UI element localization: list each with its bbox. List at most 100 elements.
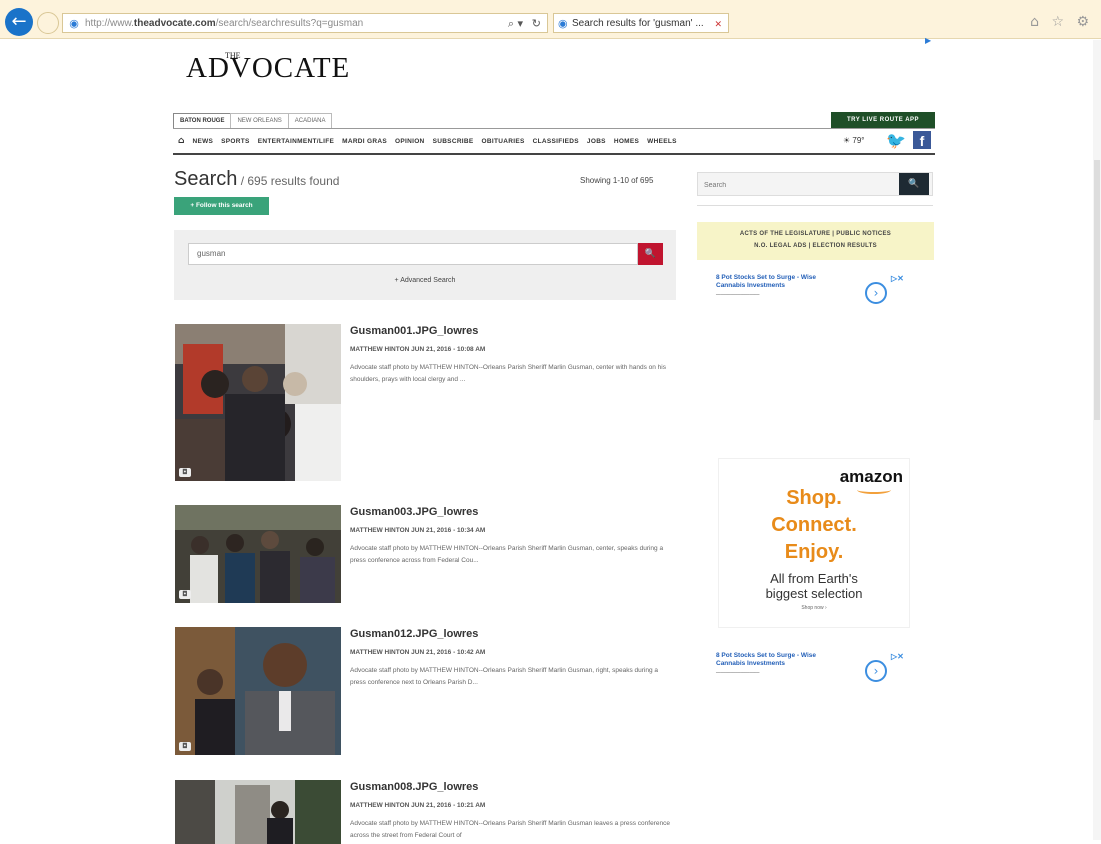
camera-icon: ◘ — [179, 742, 191, 751]
result-title[interactable]: Gusman003.JPG_lowres — [350, 506, 478, 518]
ad-close-icon[interactable]: ▷✕ — [891, 652, 904, 661]
nav-opinion[interactable]: OPINION — [395, 138, 425, 145]
result-meta: MATTHEW HINTON JUN 21, 2016 - 10:08 AM — [350, 346, 485, 353]
search-submit-icon[interactable]: 🔍 — [638, 243, 663, 265]
weather-widget[interactable]: ☀ 79° — [843, 136, 865, 145]
result-date: JUN 21, 2016 - 10:21 AM — [411, 802, 486, 809]
tab-favicon-icon: ◉ — [558, 18, 568, 30]
live-route-app-button[interactable]: TRY LIVE ROUTE APP — [831, 112, 935, 128]
result-date: JUN 21, 2016 - 10:08 AM — [411, 346, 486, 353]
refresh-icon[interactable]: ↻ — [532, 14, 541, 34]
result-author[interactable]: MATTHEW HINTON — [350, 649, 409, 656]
result-meta: MATTHEW HINTON JUN 21, 2016 - 10:21 AM — [350, 802, 485, 809]
scroll-thumb[interactable] — [1094, 160, 1100, 420]
amazon-tagline-2: biggest selection — [765, 586, 863, 601]
site-logo[interactable]: ADVOCATE — [186, 52, 350, 85]
amazon-ad[interactable]: amazon Shop. Connect. Enjoy. All from Ea… — [718, 458, 910, 628]
result-author[interactable]: MATTHEW HINTON — [350, 346, 409, 353]
chevron-right-icon[interactable]: › — [865, 660, 887, 682]
nav-obituaries[interactable]: OBITUARIES — [482, 138, 525, 145]
legal-links-box: ACTS OF THE LEGISLATURE | PUBLIC NOTICES… — [697, 222, 934, 260]
result-thumbnail[interactable]: ◘ — [175, 627, 341, 755]
result-date: JUN 21, 2016 - 10:34 AM — [411, 527, 486, 534]
address-search-icon[interactable]: ⌕ ▾ — [508, 14, 523, 34]
camera-icon: ◘ — [179, 590, 191, 599]
edition-tabs: BATON ROUGE NEW ORLEANS ACADIANA — [173, 113, 333, 128]
sidebar-search: 🔍 — [697, 172, 933, 196]
nav-sports[interactable]: SPORTS — [221, 138, 250, 145]
follow-search-button[interactable]: + Follow this search — [174, 197, 269, 215]
ad-headline[interactable]: 8 Pot Stocks Set to Surge - Wise Cannabi… — [716, 274, 846, 290]
nav-subscribe[interactable]: SUBSCRIBE — [433, 138, 474, 145]
edition-tab-acadiana[interactable]: ACADIANA — [287, 113, 333, 128]
main-nav: ⌂ NEWS SPORTS ENTERTAINMENT/LIFE MARDI G… — [178, 131, 685, 151]
amazon-line-2: Connect. — [771, 514, 857, 536]
browser-toolbar: ← ◉ http://www.theadvocate.com/search/se… — [0, 0, 1101, 39]
home-icon[interactable]: ⌂ — [178, 136, 184, 146]
results-count: / 695 results found — [237, 174, 340, 188]
result-title[interactable]: Gusman008.JPG_lowres — [350, 781, 478, 793]
forward-button[interactable] — [37, 12, 59, 34]
sidebar-search-icon[interactable]: 🔍 — [899, 173, 929, 195]
chevron-right-icon[interactable]: › — [865, 282, 887, 304]
nav-news[interactable]: NEWS — [192, 138, 213, 145]
sidebar-search-input[interactable] — [702, 176, 896, 194]
result-author[interactable]: MATTHEW HINTON — [350, 527, 409, 534]
back-arrow-icon[interactable]: ← — [5, 8, 33, 36]
nav-jobs[interactable]: JOBS — [587, 138, 606, 145]
nav-entertainment[interactable]: ENTERTAINMENT/LIFE — [258, 138, 334, 145]
legal-row-2[interactable]: N.O. LEGAL ADS | ELECTION RESULTS — [697, 243, 934, 249]
ad-subtext: ━━━━━━━━━━━━━━━━━━ — [716, 670, 760, 675]
showing-range: Showing 1-10 of 695 — [580, 176, 654, 185]
nav-mardi-gras[interactable]: MARDI GRAS — [342, 138, 387, 145]
sponsored-ad-1[interactable]: 8 Pot Stocks Set to Surge - Wise Cannabi… — [716, 274, 916, 314]
address-bar[interactable]: ◉ http://www.theadvocate.com/search/sear… — [62, 13, 548, 33]
result-caption: Advocate staff photo by MATTHEW HINTON--… — [350, 820, 670, 839]
edition-tab-new-orleans[interactable]: NEW ORLEANS — [230, 113, 289, 128]
sponsored-ad-2[interactable]: 8 Pot Stocks Set to Surge - Wise Cannabi… — [716, 652, 916, 692]
browser-tab[interactable]: ◉ Search results for 'gusman' ... ✕ — [553, 13, 729, 33]
result-caption: Advocate staff photo by MATTHEW HINTON--… — [350, 364, 666, 383]
nav-classifieds[interactable]: CLASSIFIEDS — [533, 138, 579, 145]
result-meta: MATTHEW HINTON JUN 21, 2016 - 10:42 AM — [350, 649, 485, 656]
edition-tab-baton-rouge[interactable]: BATON ROUGE — [173, 113, 232, 128]
url-text: http://www.theadvocate.com/search/search… — [85, 18, 364, 29]
result-date: JUN 21, 2016 - 10:42 AM — [411, 649, 486, 656]
amazon-line-1: Shop. — [786, 487, 842, 509]
result-title[interactable]: Gusman012.JPG_lowres — [350, 628, 478, 640]
advanced-search-link[interactable]: + Advanced Search — [174, 277, 676, 284]
search-panel: gusman 🔍 + Advanced Search — [174, 230, 676, 300]
search-heading: Search — [174, 168, 238, 190]
search-query-input[interactable]: gusman — [188, 243, 638, 265]
camera-icon: ◘ — [179, 468, 191, 477]
legal-row-1[interactable]: ACTS OF THE LEGISLATURE | PUBLIC NOTICES — [697, 231, 934, 237]
divider — [173, 128, 935, 129]
amazon-tagline-1: All from Earth's — [770, 571, 858, 586]
result-thumbnail[interactable]: ◘ — [175, 505, 341, 603]
facebook-icon[interactable]: f — [913, 131, 931, 149]
result-meta: MATTHEW HINTON JUN 21, 2016 - 10:34 AM — [350, 527, 485, 534]
ad-close-icon[interactable]: ▷✕ — [891, 274, 904, 283]
page-scrollbar[interactable] — [1093, 40, 1101, 840]
amazon-line-3: Enjoy. — [784, 541, 844, 563]
ad-headline[interactable]: 8 Pot Stocks Set to Surge - Wise Cannabi… — [716, 652, 846, 668]
result-title[interactable]: Gusman001.JPG_lowres — [350, 325, 478, 337]
ad-choices-icon[interactable]: ▶ — [925, 36, 931, 45]
amazon-shop-link[interactable]: Shop now › — [719, 605, 909, 611]
result-thumbnail[interactable] — [175, 780, 341, 844]
ad-subtext: ━━━━━━━━━━━━━━━━━━ — [716, 292, 760, 297]
result-caption: Advocate staff photo by MATTHEW HINTON--… — [350, 667, 659, 686]
nav-divider — [173, 153, 935, 155]
result-caption: Advocate staff photo by MATTHEW HINTON--… — [350, 545, 664, 564]
page-title: Search / 695 results found — [174, 168, 339, 191]
result-thumbnail[interactable]: ◘ — [175, 324, 341, 481]
nav-homes[interactable]: HOMES — [614, 138, 639, 145]
tab-title: Search results for 'gusman' ... — [572, 18, 704, 29]
amazon-logo: amazon — [839, 467, 903, 486]
nav-wheels[interactable]: WHEELS — [647, 138, 677, 145]
result-author[interactable]: MATTHEW HINTON — [350, 802, 409, 809]
home-star-gear-icons[interactable]: ⌂ ☆ ⚙ — [1030, 14, 1093, 30]
globe-icon: ◉ — [69, 18, 79, 30]
tab-close-icon[interactable]: ✕ — [714, 14, 722, 34]
twitter-icon[interactable]: 🐦 — [886, 131, 906, 150]
